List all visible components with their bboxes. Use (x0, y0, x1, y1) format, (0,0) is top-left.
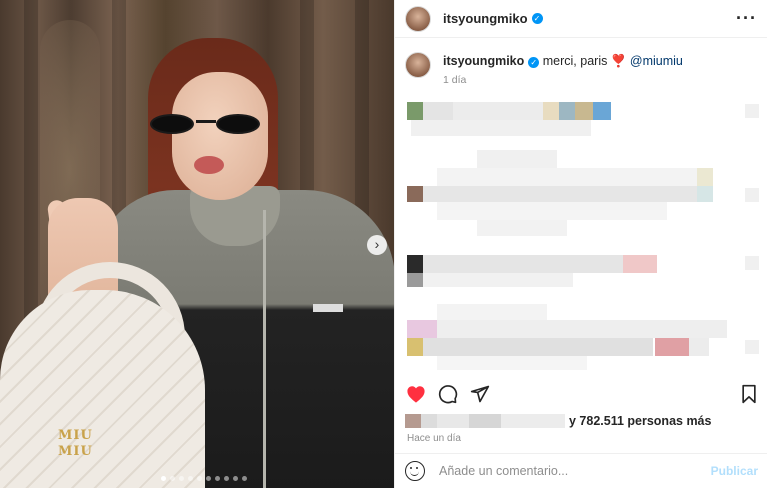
post-photo[interactable]: MIU MIU › (0, 0, 394, 488)
face (172, 72, 268, 200)
verified-badge-icon: ✓ (528, 57, 540, 68)
carousel-dot (215, 476, 220, 481)
publish-button[interactable]: Publicar (711, 464, 758, 478)
avatar[interactable] (405, 5, 431, 32)
carousel-dot (197, 476, 202, 481)
carousel-dot (161, 476, 166, 481)
save-button[interactable] (738, 383, 760, 405)
carousel-indicator (161, 476, 247, 481)
comment-like-icon[interactable] (745, 104, 759, 118)
carousel-dot (188, 476, 193, 481)
caption-avatar[interactable] (405, 52, 431, 78)
right-lens (216, 114, 260, 134)
comment-input[interactable] (439, 464, 711, 478)
handbag (0, 290, 205, 488)
like-button[interactable] (405, 383, 427, 405)
comment-blurred (407, 150, 747, 240)
mention-link[interactable]: @miumiu (630, 54, 683, 68)
likes-count: y 782.511 personas más (569, 414, 712, 428)
verified-badge-icon: ✓ (531, 13, 543, 24)
sunglasses (150, 112, 268, 134)
carousel-dot (233, 476, 238, 481)
comment-blurred (407, 304, 747, 374)
jacket-zipper (263, 210, 266, 488)
post-actions (405, 382, 760, 406)
emoji-icon[interactable] (405, 461, 425, 481)
carousel-dot (170, 476, 175, 481)
lips (194, 156, 224, 174)
next-image-button[interactable]: › (367, 235, 387, 255)
heart-exclamation-emoji: ❣️ (610, 54, 627, 68)
chevron-right-icon: › (374, 236, 380, 252)
glasses-bridge (196, 120, 216, 123)
more-options-icon[interactable]: ··· (736, 8, 757, 29)
caption: itsyoungmiko ✓ merci, paris ❣️ @miumiu 1 … (405, 52, 755, 86)
post-time[interactable]: Hace un día (407, 433, 461, 444)
heart-filled-icon (407, 386, 425, 403)
jacket-logo-tag (313, 304, 343, 312)
carousel-dot (206, 476, 211, 481)
username[interactable]: itsyoungmiko (443, 11, 528, 26)
bookmark-icon (742, 384, 756, 404)
bag-logo-line2: MIU (58, 444, 93, 459)
comment-like-icon[interactable] (745, 340, 759, 354)
carousel-dot (242, 476, 247, 481)
comment-like-icon[interactable] (745, 256, 759, 270)
comment-like-icon[interactable] (745, 188, 759, 202)
likes-summary[interactable]: y 782.511 personas más (405, 414, 711, 428)
carousel-dot (179, 476, 184, 481)
caption-text: merci, paris (542, 54, 608, 68)
carousel-dot (224, 476, 229, 481)
post-sidebar: itsyoungmiko ✓ ··· itsyoungmiko ✓ merci, … (394, 0, 767, 488)
caption-username[interactable]: itsyoungmiko (443, 54, 524, 68)
left-lens (150, 114, 194, 134)
comment-blurred (407, 100, 747, 140)
comment-blurred (407, 255, 747, 291)
comment-icon (438, 385, 458, 404)
comment-composer: Publicar (395, 453, 767, 488)
bag-logo-line1: MIU (58, 428, 93, 443)
blurred-liker-names (405, 414, 565, 428)
share-icon (470, 385, 490, 403)
comment-button[interactable] (437, 383, 459, 405)
bag-logo: MIU MIU (58, 428, 93, 460)
share-button[interactable] (469, 383, 491, 405)
post-header: itsyoungmiko ✓ ··· (395, 0, 767, 38)
caption-time: 1 día (443, 74, 467, 86)
